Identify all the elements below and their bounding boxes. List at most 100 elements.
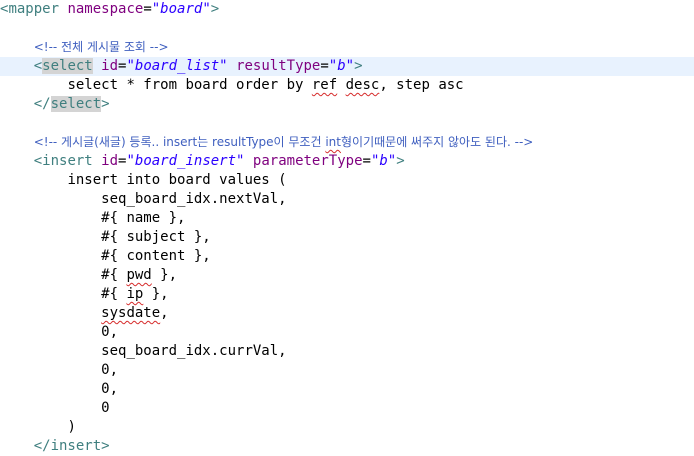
- sql-text: #{: [101, 286, 127, 302]
- sql-text: #{ name },: [101, 210, 186, 226]
- spell-error-word: pwd: [126, 267, 152, 283]
- xml-bracket: >: [354, 58, 363, 74]
- xml-attribute-name: parameterType: [252, 153, 363, 169]
- code-line-17: sysdate,: [0, 304, 694, 323]
- sql-text: seq_board_idx.nextVal,: [101, 191, 287, 207]
- xml-attribute-value: "b": [328, 58, 355, 74]
- equals-sign: =: [320, 58, 329, 74]
- code-line-9: <insert id="board_insert" parameterType=…: [0, 152, 694, 171]
- code-line-20: 0,: [0, 361, 694, 380]
- xml-code-editor[interactable]: <mapper namespace="board"> <!-- 전체 게시물 조…: [0, 0, 694, 456]
- xml-bracket: <: [33, 153, 43, 169]
- spell-error-word: ref: [311, 77, 338, 93]
- sql-text: #{: [101, 267, 127, 283]
- xml-tag-name-matched: select: [50, 96, 102, 112]
- code-line-4-current: <select id="board_list" resultType="b">: [0, 57, 694, 76]
- sql-text: seq_board_idx.currVal,: [101, 343, 287, 359]
- xml-bracket: >: [101, 96, 110, 112]
- xml-bracket: >: [396, 153, 405, 169]
- sql-text: ): [67, 419, 76, 435]
- code-line-24: </insert>: [0, 437, 694, 456]
- xml-tag-name-matched: select: [42, 58, 93, 74]
- xml-attribute-value: "board_list": [126, 58, 228, 74]
- xml-bracket: </: [33, 96, 51, 112]
- xml-attribute-name: id: [101, 58, 119, 74]
- code-line-23: ): [0, 418, 694, 437]
- xml-comment: <!-- 게시글(새글) 등록.. insert는 resultType이 무조…: [33, 135, 326, 149]
- spell-error-word: int: [325, 135, 341, 149]
- xml-bracket: >: [210, 1, 220, 17]
- code-line-12: #{ name },: [0, 209, 694, 228]
- code-line-6: </select>: [0, 95, 694, 114]
- code-line-1: <mapper namespace="board">: [0, 0, 694, 19]
- xml-bracket: <: [33, 58, 43, 74]
- sql-text: ,: [160, 305, 169, 321]
- spell-error-word: sysdate: [101, 305, 161, 321]
- sql-text: 0: [101, 400, 110, 416]
- xml-attribute-name: resultType: [236, 58, 321, 74]
- xml-tag-name: insert: [42, 153, 93, 169]
- code-line-15: #{ pwd },: [0, 266, 694, 285]
- xml-attribute-value: "b": [370, 153, 397, 169]
- xml-tag-name: mapper: [8, 1, 60, 17]
- code-line-5: select * from board order by ref desc, s…: [0, 76, 694, 95]
- xml-bracket: </: [33, 438, 51, 454]
- code-line-13: #{ subject },: [0, 228, 694, 247]
- sql-text: 0,: [101, 324, 119, 340]
- code-line-16: #{ ip },: [0, 285, 694, 304]
- code-line-3: <!-- 전체 게시물 조회 -->: [0, 38, 694, 57]
- xml-tag-name: insert: [50, 438, 102, 454]
- sql-text: 0,: [101, 381, 119, 397]
- sql-text: , step asc: [379, 77, 464, 93]
- xml-attribute-value: "board_insert": [126, 153, 245, 169]
- sql-text: insert into board values (: [67, 172, 287, 188]
- xml-attribute-value: "board": [151, 1, 211, 17]
- code-line-14: #{ content },: [0, 247, 694, 266]
- sql-text: #{ subject },: [101, 229, 211, 245]
- spell-error-word: desc: [345, 77, 380, 93]
- xml-comment: 형이기때문에 써주지 않아도 된다. -->: [341, 135, 534, 149]
- xml-bracket: >: [101, 438, 110, 454]
- code-line-10: insert into board values (: [0, 171, 694, 190]
- sql-text: },: [151, 267, 178, 283]
- code-line-18: 0,: [0, 323, 694, 342]
- sql-text: 0,: [101, 362, 119, 378]
- xml-attribute-name: id: [101, 153, 119, 169]
- code-line-19: seq_board_idx.currVal,: [0, 342, 694, 361]
- sql-text: },: [143, 286, 169, 302]
- xml-comment: <!-- 전체 게시물 조회 -->: [33, 40, 169, 54]
- equals-sign: =: [143, 1, 152, 17]
- code-line-22: 0: [0, 399, 694, 418]
- code-line-21: 0,: [0, 380, 694, 399]
- code-line-8: <!-- 게시글(새글) 등록.. insert는 resultType이 무조…: [0, 133, 694, 152]
- sql-text: #{ content },: [101, 248, 211, 264]
- xml-attribute-name: namespace: [67, 1, 144, 17]
- spell-error-word: ip: [126, 286, 144, 302]
- code-line-11: seq_board_idx.nextVal,: [0, 190, 694, 209]
- equals-sign: =: [362, 153, 371, 169]
